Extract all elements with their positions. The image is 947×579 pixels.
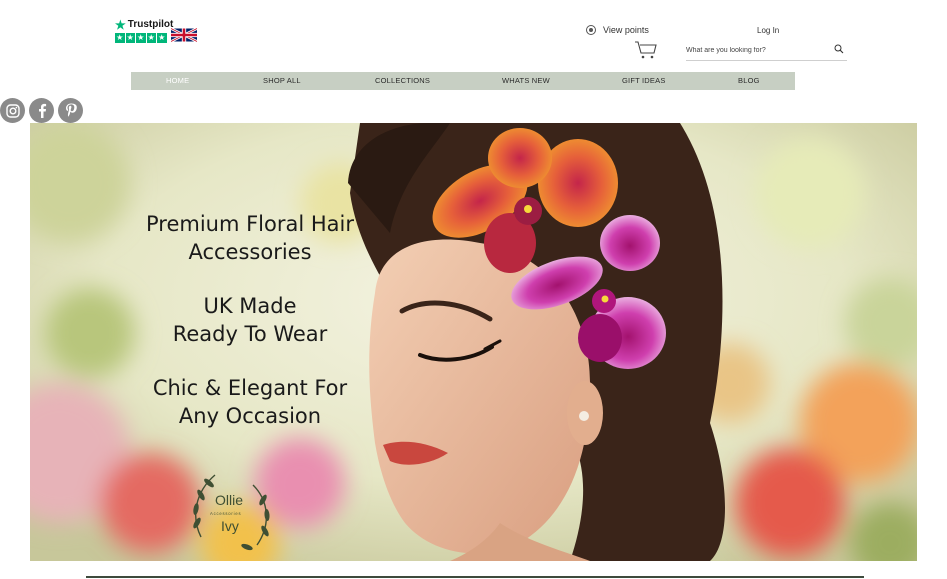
- nav-item-whats-new[interactable]: WHATS NEW: [502, 72, 550, 90]
- points-icon: [586, 25, 596, 35]
- nav-item-blog[interactable]: BLOG: [738, 72, 760, 90]
- facebook-button[interactable]: [29, 98, 54, 123]
- trustpilot-rating-stars: ★ ★ ★ ★ ★: [115, 33, 167, 43]
- hero-line: Premium Floral Hair: [145, 212, 355, 236]
- trustpilot-badge[interactable]: ★ Trustpilot ★ ★ ★ ★ ★: [115, 17, 173, 43]
- hero-line: Any Occasion: [178, 403, 322, 428]
- trustpilot-star-icon: ★: [115, 17, 126, 32]
- instagram-icon: [5, 103, 20, 118]
- search-bar[interactable]: [686, 40, 847, 61]
- logo-text-bottom: Ivy: [221, 518, 239, 534]
- nav-item-home[interactable]: HOME: [166, 72, 189, 90]
- main-nav: HOME SHOP ALL COLLECTIONS WHATS NEW GIFT…: [131, 72, 795, 90]
- nav-item-collections[interactable]: COLLECTIONS: [375, 72, 430, 90]
- uk-flag-icon[interactable]: [171, 28, 197, 42]
- view-points-label: View points: [603, 25, 649, 35]
- login-link[interactable]: Log In: [757, 26, 779, 35]
- ollie-ivy-logo: Ollie Accessories Ivy: [193, 474, 270, 551]
- cart-icon[interactable]: [634, 40, 658, 60]
- logo-text-top: Ollie: [215, 492, 243, 508]
- search-input[interactable]: [686, 42, 826, 58]
- pinterest-button[interactable]: [58, 98, 83, 123]
- hero-line: Chic & Elegant For: [152, 376, 348, 400]
- search-icon[interactable]: [834, 44, 844, 54]
- trustpilot-logo: ★ Trustpilot: [115, 17, 173, 32]
- hero-line: Ready To Wear: [172, 321, 328, 346]
- hero-line: UK Made: [203, 294, 297, 318]
- logo-text-sub: Accessories: [210, 511, 241, 516]
- nav-item-gift-ideas[interactable]: GIFT IDEAS: [622, 72, 666, 90]
- facebook-icon: [38, 103, 46, 118]
- instagram-button[interactable]: [0, 98, 25, 123]
- section-divider: [86, 576, 864, 578]
- pinterest-icon: [65, 103, 77, 117]
- hero-banner[interactable]: Premium Floral Hair Accessories UK Made …: [30, 123, 917, 561]
- hero-line: Accessories: [188, 239, 312, 264]
- trustpilot-label: Trustpilot: [127, 19, 174, 30]
- social-bar: [0, 98, 83, 123]
- view-points-link[interactable]: View points: [586, 25, 649, 35]
- hero-headline: Premium Floral Hair Accessories UK Made …: [130, 211, 370, 430]
- nav-item-shop-all[interactable]: SHOP ALL: [263, 72, 301, 90]
